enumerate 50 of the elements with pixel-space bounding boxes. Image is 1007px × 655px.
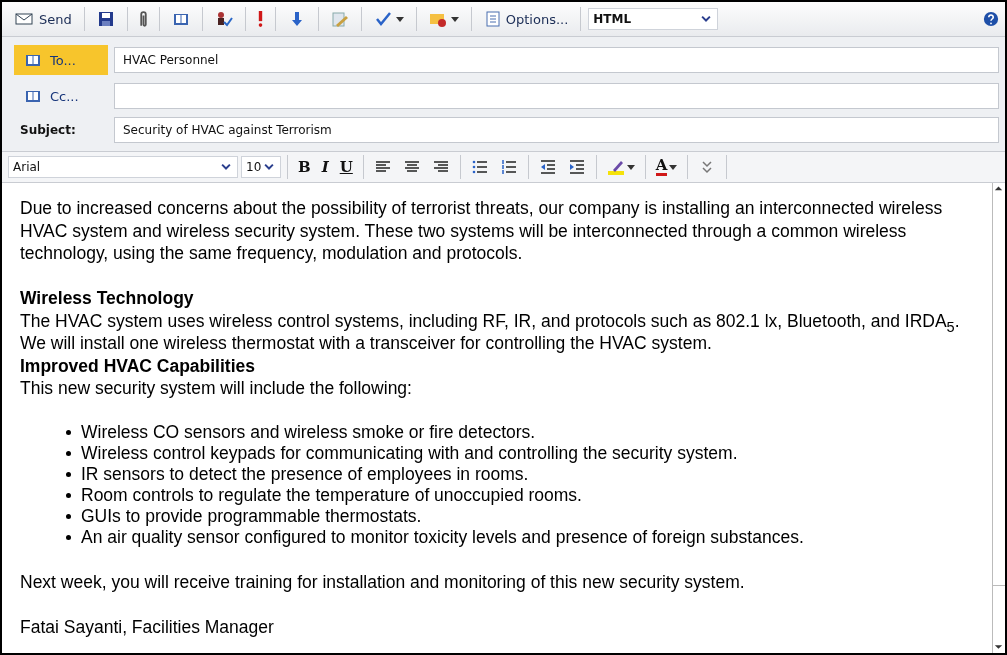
list-item: IR sensors to detect the presence of employees in rooms. bbox=[81, 464, 529, 485]
send-button[interactable]: Send bbox=[8, 7, 77, 31]
address-button[interactable]: Cc... bbox=[14, 81, 108, 111]
font-select[interactable]: Arial bbox=[8, 156, 238, 178]
subject-field[interactable]: Security of HVAC against Terrorism bbox=[114, 117, 999, 143]
list-item: Room controls to regulate the temperature of unoccupied rooms. bbox=[81, 485, 582, 506]
caret-icon bbox=[669, 164, 678, 170]
paperclip-icon bbox=[139, 10, 147, 28]
document-icon bbox=[483, 10, 502, 28]
check-icon bbox=[373, 10, 392, 28]
bullet-icon bbox=[66, 430, 71, 435]
list-item: An air quality sensor configured to monitor toxicity levels and presence of foreign substances. bbox=[81, 527, 804, 548]
body-paragraph: Fatai Sayanti, Facilities Manager bbox=[20, 615, 275, 638]
italic-button[interactable]: I bbox=[317, 156, 333, 178]
bullet-icon bbox=[66, 514, 71, 519]
format-select[interactable]: HTML bbox=[588, 8, 719, 30]
numbered-list-icon bbox=[499, 158, 518, 176]
bullet-icon bbox=[66, 472, 71, 477]
bullet-icon bbox=[66, 451, 71, 456]
body-paragraph: Next week, you will receive training for installation and monitoring of this new security system. bbox=[20, 570, 746, 593]
subject-label: Subject: bbox=[19, 123, 77, 137]
bullet-icon bbox=[66, 535, 71, 540]
exclamation-icon bbox=[257, 11, 263, 27]
font-color-button[interactable]: A bbox=[651, 156, 682, 178]
underline-button[interactable]: U bbox=[335, 156, 357, 178]
options-button[interactable]: Options... bbox=[478, 7, 574, 31]
bullet-list-icon bbox=[470, 158, 489, 176]
scrollbar[interactable] bbox=[992, 183, 1005, 653]
caret-icon bbox=[450, 16, 459, 22]
section-heading: Improved HVAC Capabilities bbox=[20, 354, 256, 377]
bold-button[interactable]: B bbox=[294, 156, 315, 178]
caret-icon bbox=[626, 164, 635, 170]
font-size-select[interactable]: 10 bbox=[241, 156, 281, 178]
help-icon bbox=[983, 11, 999, 27]
caret-icon bbox=[395, 16, 404, 22]
body-paragraph: The HVAC system uses wireless control systems, including RF, IR, and protocols such as 802.1 lx, Bluetooth, and IRDA$_{5}$. We will install one wireless thermostat with a transceiver for controlling the HVAC system. bbox=[20, 309, 961, 355]
pen-icon bbox=[330, 10, 349, 28]
list-item: Wireless CO sensors and wireless smoke or fire detectors. bbox=[81, 422, 536, 443]
body-paragraph: This new security system will include the following: bbox=[20, 377, 413, 400]
address-button[interactable]: To... bbox=[14, 45, 108, 75]
highlighter-icon bbox=[606, 158, 625, 176]
list-item: GUIs to provide programmable thermostats. bbox=[81, 506, 422, 527]
list-item: Wireless control keypads for communicating with and controlling the security system. bbox=[81, 443, 738, 464]
recipient-field[interactable] bbox=[114, 83, 999, 109]
bullet-icon bbox=[66, 493, 71, 498]
indent-icon bbox=[567, 158, 586, 176]
recipient-field[interactable]: HVAC Personnel bbox=[114, 47, 999, 73]
body-paragraph: Due to increased concerns about the possibility of terrorist threats, our company is installing an interconnected wireless HVAC system and wireless security system. These two systems will be interconnected through a common wireless technology, using the same frequency, modulation and protocols. bbox=[20, 197, 944, 265]
section-heading: Wireless Technology bbox=[20, 287, 195, 310]
outdent-icon bbox=[538, 158, 557, 176]
